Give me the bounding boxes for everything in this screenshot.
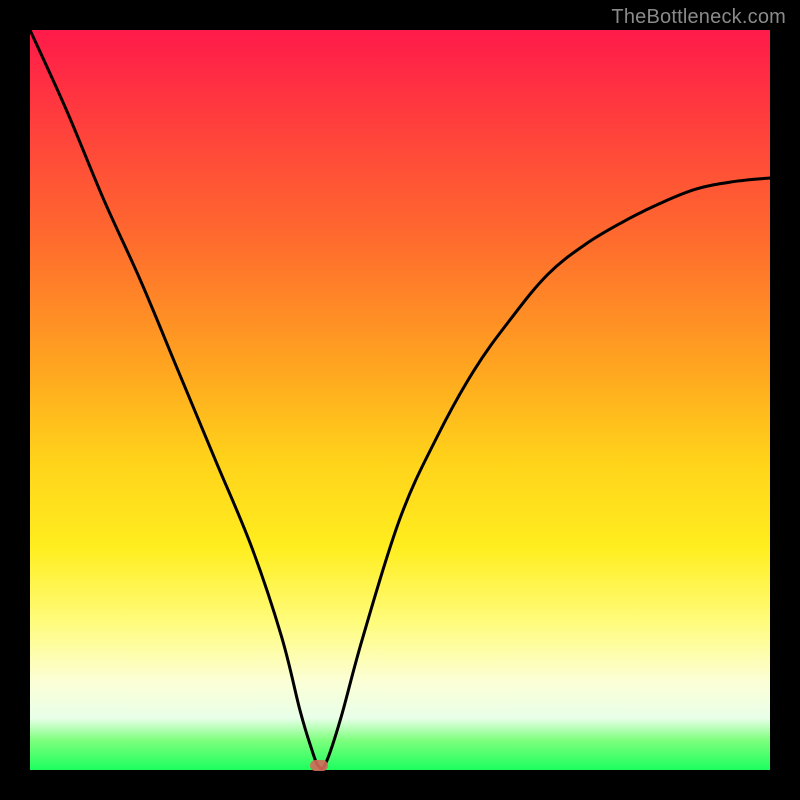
minimum-marker — [310, 760, 328, 771]
watermark-text: TheBottleneck.com — [611, 6, 786, 29]
plot-area — [30, 30, 770, 770]
bottleneck-curve — [30, 30, 770, 769]
curve-svg — [30, 30, 770, 770]
chart-frame: TheBottleneck.com — [0, 0, 800, 800]
